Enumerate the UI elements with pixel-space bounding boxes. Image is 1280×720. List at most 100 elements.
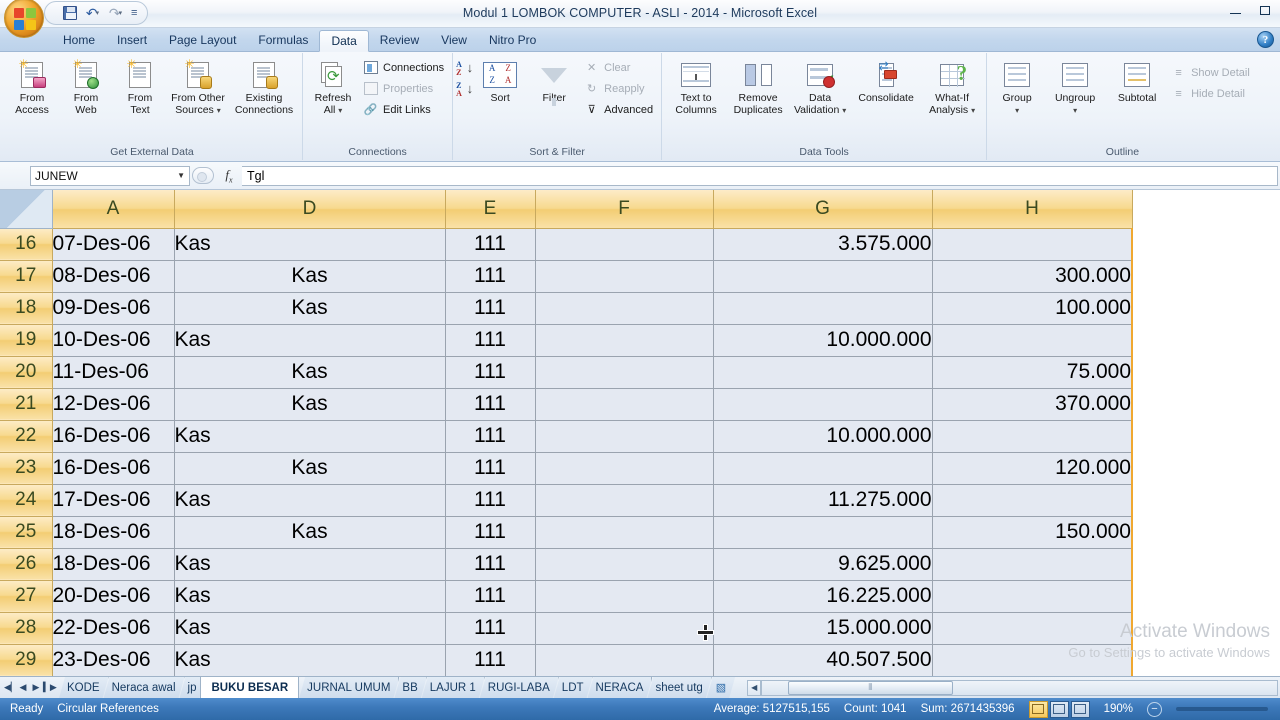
row-header[interactable]: 23 — [0, 452, 53, 485]
cell-F22[interactable] — [535, 420, 714, 453]
cell-A16[interactable]: 07-Des-06 — [52, 228, 175, 261]
cell-H26[interactable] — [932, 548, 1133, 581]
sheet-tab-buku-besar[interactable]: BUKU BESAR — [200, 677, 300, 698]
cell-H29[interactable] — [932, 644, 1133, 676]
what-if-analysis-button[interactable]: ? What-If Analysis ▾ — [921, 56, 983, 118]
sheet-tab-jurnal-umum[interactable]: JURNAL UMUM — [299, 677, 399, 698]
sheet-tab-neraca-awal[interactable]: Neraca awal — [104, 677, 185, 698]
cell-G25[interactable] — [713, 516, 933, 549]
cell-A26[interactable]: 18-Des-06 — [52, 548, 175, 581]
formula-input[interactable]: Tgl — [242, 165, 1278, 186]
row-header[interactable]: 22 — [0, 420, 53, 453]
column-header-H[interactable]: H — [932, 190, 1133, 229]
row-header[interactable]: 16 — [0, 228, 53, 261]
ribbon-tab-page-layout[interactable]: Page Layout — [158, 29, 247, 51]
data-validation-button[interactable]: ✔ Data Validation ▾ — [789, 56, 851, 118]
cell-D19[interactable]: Kas — [174, 324, 446, 357]
cell-E28[interactable]: 111 — [445, 612, 536, 645]
cell-F20[interactable] — [535, 356, 714, 389]
edit-links-button[interactable]: 🔗 Edit Links — [360, 99, 449, 120]
ribbon-tab-data[interactable]: Data — [319, 30, 369, 52]
ribbon-tab-home[interactable]: Home — [52, 29, 106, 51]
row-header[interactable]: 18 — [0, 292, 53, 325]
normal-view-button[interactable] — [1028, 700, 1048, 718]
cell-D24[interactable]: Kas — [174, 484, 446, 517]
ribbon-tab-view[interactable]: View — [430, 29, 478, 51]
cell-G16[interactable]: 3.575.000 — [713, 228, 933, 261]
cell-D22[interactable]: Kas — [174, 420, 446, 453]
subtotal-button[interactable]: Subtotal — [1106, 56, 1168, 107]
cell-G27[interactable]: 16.225.000 — [713, 580, 933, 613]
row-header[interactable]: 29 — [0, 644, 53, 676]
cell-A23[interactable]: 16-Des-06 — [52, 452, 175, 485]
sort-button[interactable]: AZZA Sort — [473, 56, 527, 107]
cell-F29[interactable] — [535, 644, 714, 676]
cell-G19[interactable]: 10.000.000 — [713, 324, 933, 357]
cell-E21[interactable]: 111 — [445, 388, 536, 421]
sheet-tab-neraca[interactable]: NERACA — [588, 677, 653, 698]
minimize-button[interactable] — [1220, 0, 1250, 21]
text-to-columns-button[interactable]: Text to Columns — [665, 56, 727, 118]
row-header[interactable]: 24 — [0, 484, 53, 517]
cell-G21[interactable] — [713, 388, 933, 421]
page-layout-view-button[interactable] — [1049, 700, 1069, 718]
ribbon-tab-insert[interactable]: Insert — [106, 29, 158, 51]
cell-D26[interactable]: Kas — [174, 548, 446, 581]
cell-H16[interactable] — [932, 228, 1133, 261]
column-header-E[interactable]: E — [445, 190, 536, 229]
cell-E16[interactable]: 111 — [445, 228, 536, 261]
cell-D17[interactable]: Kas — [174, 260, 446, 293]
cell-F21[interactable] — [535, 388, 714, 421]
cell-A19[interactable]: 10-Des-06 — [52, 324, 175, 357]
sort-descending-button[interactable]: Z A ↓ — [456, 81, 473, 99]
cell-H20[interactable]: 75.000 — [932, 356, 1133, 389]
cell-E17[interactable]: 111 — [445, 260, 536, 293]
cell-E20[interactable]: 111 — [445, 356, 536, 389]
row-header[interactable]: 20 — [0, 356, 53, 389]
sheet-nav-buttons[interactable]: ◀▏ ◀ ▶ ▍▶ — [0, 677, 59, 698]
help-icon[interactable]: ? — [1257, 31, 1274, 48]
cell-G18[interactable] — [713, 292, 933, 325]
last-sheet-icon[interactable]: ▍▶ — [43, 682, 57, 693]
ribbon-tab-nitro-pro[interactable]: Nitro Pro — [478, 29, 547, 51]
cell-A27[interactable]: 20-Des-06 — [52, 580, 175, 613]
cell-H23[interactable]: 120.000 — [932, 452, 1133, 485]
cell-A20[interactable]: 11-Des-06 — [52, 356, 175, 389]
cell-D20[interactable]: Kas — [174, 356, 446, 389]
zoom-level[interactable]: 190% — [1104, 703, 1133, 715]
row-header[interactable]: 19 — [0, 324, 53, 357]
cell-F27[interactable] — [535, 580, 714, 613]
filter-button[interactable]: Filter — [527, 56, 581, 107]
cell-G22[interactable]: 10.000.000 — [713, 420, 933, 453]
chevron-down-icon[interactable]: ▼ — [177, 171, 185, 180]
name-box[interactable]: JUNEW ▼ — [30, 165, 190, 186]
row-header[interactable]: 26 — [0, 548, 53, 581]
cell-A22[interactable]: 16-Des-06 — [52, 420, 175, 453]
cell-E18[interactable]: 111 — [445, 292, 536, 325]
restore-button[interactable] — [1250, 0, 1280, 21]
cell-H25[interactable]: 150.000 — [932, 516, 1133, 549]
sheet-tab-rugi-laba[interactable]: RUGI-LABA — [480, 677, 559, 698]
cell-D21[interactable]: Kas — [174, 388, 446, 421]
cell-G20[interactable] — [713, 356, 933, 389]
cell-H27[interactable] — [932, 580, 1133, 613]
ungroup-button[interactable]: Ungroup ▾ — [1044, 56, 1106, 118]
cell-F16[interactable] — [535, 228, 714, 261]
cell-A25[interactable]: 18-Des-06 — [52, 516, 175, 549]
column-header-G[interactable]: G — [713, 190, 933, 229]
cell-G28[interactable]: 15.000.000 — [713, 612, 933, 645]
scroll-left-icon[interactable]: ◀ — [747, 679, 762, 696]
cell-D25[interactable]: Kas — [174, 516, 446, 549]
row-header[interactable]: 21 — [0, 388, 53, 421]
hscroll-thumb[interactable]: ⦀ — [788, 680, 954, 695]
cell-D27[interactable]: Kas — [174, 580, 446, 613]
cell-H22[interactable] — [932, 420, 1133, 453]
cell-G24[interactable]: 11.275.000 — [713, 484, 933, 517]
cell-A24[interactable]: 17-Des-06 — [52, 484, 175, 517]
cell-A28[interactable]: 22-Des-06 — [52, 612, 175, 645]
sheet-tab-ldt[interactable]: LDT — [554, 677, 593, 698]
existing-connections-button[interactable]: Existing Connections — [229, 56, 299, 118]
cell-H18[interactable]: 100.000 — [932, 292, 1133, 325]
cell-F23[interactable] — [535, 452, 714, 485]
column-header-A[interactable]: A — [52, 190, 175, 229]
